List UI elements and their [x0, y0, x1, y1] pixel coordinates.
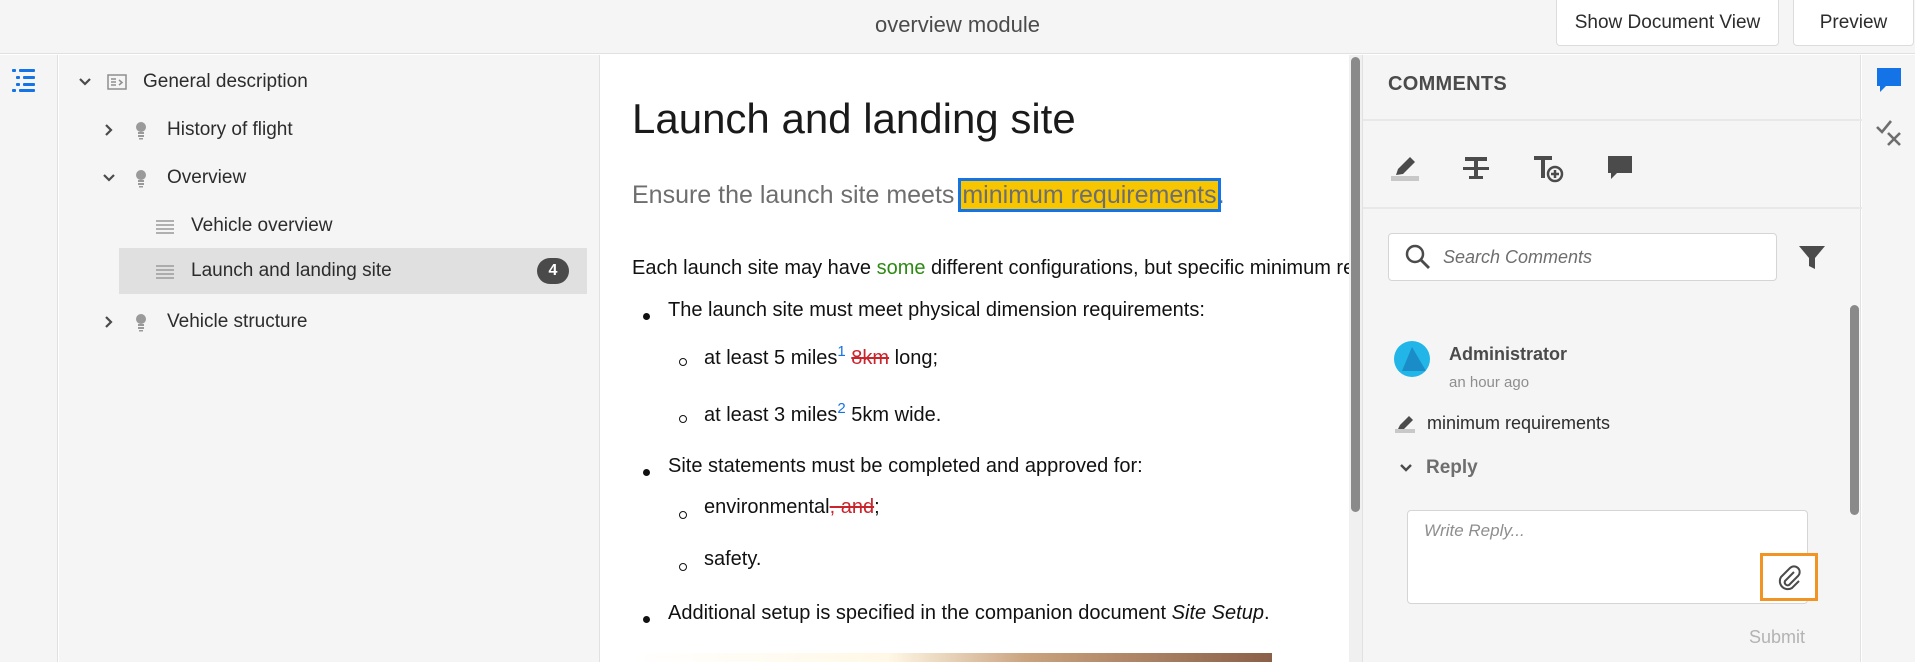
top-bar: overview module Show Document View Previ… — [0, 0, 1915, 54]
divider — [1363, 207, 1862, 209]
body-paragraph[interactable]: Each launch site may have some different… — [632, 257, 1349, 280]
paperclip-icon — [1778, 565, 1801, 591]
highlight-icon — [1391, 157, 1419, 181]
tree-item-history-of-flight[interactable]: History of flight — [99, 107, 575, 153]
chevron-right-icon[interactable] — [99, 120, 119, 140]
highlight-tool-button[interactable] — [1388, 151, 1422, 185]
list-item[interactable]: at least 5 miles1 8km long; — [704, 343, 938, 370]
tree-item-general-description[interactable]: General description — [75, 59, 575, 105]
comments-header: COMMENTS — [1388, 73, 1508, 95]
bullet — [643, 469, 650, 476]
document-editor[interactable]: Launch and landing site Ensure the launc… — [601, 55, 1349, 662]
topic-map-icon — [107, 72, 127, 92]
lightbulb-icon — [131, 120, 151, 140]
attach-file-button[interactable] — [1760, 553, 1818, 601]
show-document-view-button[interactable]: Show Document View — [1556, 0, 1779, 46]
lightbulb-icon — [131, 168, 151, 188]
tree-item-vehicle-overview[interactable]: Vehicle overview — [155, 203, 575, 249]
insert-text-tool-button[interactable] — [1531, 151, 1565, 185]
search-comments-input[interactable] — [1443, 246, 1763, 268]
search-icon — [1405, 244, 1430, 269]
footnote-ref[interactable]: 1 — [837, 343, 845, 360]
topic-icon — [155, 216, 175, 236]
list-item[interactable]: The launch site must meet physical dimen… — [668, 299, 1205, 322]
sub-bullet — [679, 511, 687, 519]
scrollbar-thumb[interactable] — [1351, 57, 1360, 512]
chevron-down-icon — [1400, 464, 1412, 472]
comment-icon — [1608, 156, 1632, 179]
strikethrough-tool-button[interactable] — [1459, 151, 1493, 185]
sub-bullet — [679, 563, 687, 571]
tree-item-label: Overview — [167, 167, 247, 188]
cross-reference[interactable]: Site Setup — [1172, 602, 1264, 624]
comment-text[interactable]: minimum requirements — [1395, 413, 1610, 434]
list-item[interactable]: safety. — [704, 548, 761, 571]
sub-bullet — [679, 358, 687, 366]
deleted-text[interactable]: 8km — [851, 347, 889, 369]
tree-item-label: Launch and landing site — [191, 260, 392, 281]
comments-panel-icon[interactable] — [1874, 65, 1904, 95]
topic-icon — [155, 261, 175, 281]
document-scrollbar[interactable] — [1349, 55, 1362, 662]
search-comments-field[interactable] — [1388, 233, 1777, 281]
highlighted-text[interactable]: minimum requirements — [958, 178, 1221, 212]
highlight-icon — [1395, 415, 1415, 433]
comment-count-badge: 4 — [537, 258, 569, 284]
reply-toggle[interactable]: Reply — [1398, 457, 1478, 479]
outline-tree: General description History of flight Ov… — [59, 55, 600, 662]
deleted-text[interactable]: , and — [830, 496, 874, 518]
document-image — [632, 653, 1272, 662]
short-description[interactable]: Ensure the launch site meets minimum req… — [632, 178, 1225, 212]
list-item[interactable]: environmental, and; — [704, 496, 880, 519]
preview-button[interactable]: Preview — [1793, 0, 1914, 46]
bullet — [643, 313, 650, 320]
chevron-down-icon[interactable] — [99, 168, 119, 188]
add-comment-tool-button[interactable] — [1603, 151, 1637, 185]
avatar — [1394, 341, 1430, 377]
topic-title[interactable]: Launch and landing site — [632, 95, 1076, 143]
chevron-right-icon[interactable] — [99, 312, 119, 332]
filter-icon[interactable] — [1796, 241, 1828, 273]
reply-box[interactable] — [1407, 510, 1818, 604]
inserted-text[interactable]: some — [877, 257, 926, 279]
list-item[interactable]: Additional setup is specified in the com… — [668, 602, 1270, 625]
list-item[interactable]: at least 3 miles2 5km wide. — [704, 400, 941, 427]
strikethrough-icon — [1463, 157, 1489, 179]
list-item[interactable]: Site statements must be completed and ap… — [668, 455, 1143, 478]
submit-button[interactable]: Submit — [1749, 627, 1805, 648]
comments-scrollbar-thumb[interactable] — [1850, 305, 1859, 515]
comments-panel: COMMENTS Administ — [1362, 55, 1862, 662]
tree-item-overview[interactable]: Overview — [99, 155, 575, 201]
tree-item-label: History of flight — [167, 119, 293, 140]
table-of-contents-icon[interactable] — [10, 65, 38, 93]
left-rail — [0, 55, 58, 662]
bullet — [643, 616, 650, 623]
insert-text-icon — [1534, 156, 1564, 183]
comment-timestamp: an hour ago — [1449, 374, 1530, 391]
tree-item-vehicle-structure[interactable]: Vehicle structure — [99, 299, 575, 345]
divider — [1363, 119, 1862, 121]
lightbulb-icon — [131, 312, 151, 332]
chevron-down-icon[interactable] — [75, 72, 95, 92]
tree-item-label: Vehicle overview — [191, 215, 333, 236]
sub-bullet — [679, 415, 687, 423]
reply-input[interactable] — [1424, 521, 1754, 561]
track-changes-icon[interactable] — [1874, 117, 1904, 147]
tree-item-launch-and-landing-site[interactable]: Launch and landing site 4 — [119, 248, 587, 294]
comment-author: Administrator — [1449, 344, 1568, 364]
tree-item-label: General description — [143, 71, 308, 92]
tree-item-label: Vehicle structure — [167, 311, 308, 332]
right-rail — [1862, 55, 1915, 662]
footnote-ref[interactable]: 2 — [837, 400, 845, 417]
